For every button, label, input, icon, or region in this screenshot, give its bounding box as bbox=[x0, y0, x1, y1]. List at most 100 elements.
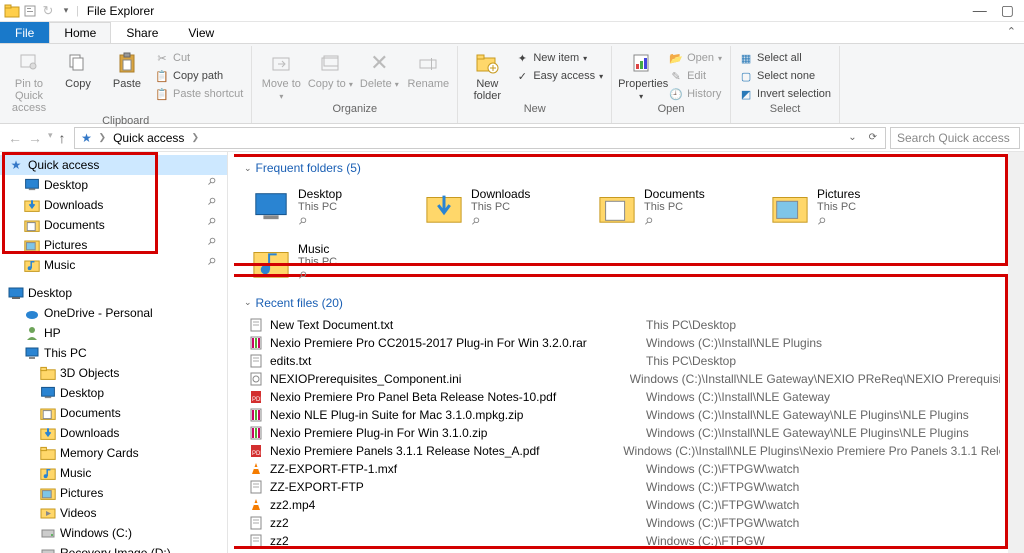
chevron-right-icon[interactable]: ❯ bbox=[99, 132, 107, 143]
frequent-folders-header[interactable]: ⌄ Frequent folders (5) bbox=[242, 156, 1000, 179]
tab-home[interactable]: Home bbox=[49, 22, 111, 43]
vertical-scrollbar[interactable] bbox=[1008, 152, 1024, 553]
sidebar-item-qa-4[interactable]: Music ⚲ bbox=[0, 255, 227, 275]
sidebar-item-tpc-3[interactable]: Downloads bbox=[0, 423, 227, 443]
file-path: Windows (C:)\Install\NLE Gateway\NEXIO P… bbox=[630, 372, 1000, 386]
sidebar-item-tpc-7[interactable]: Videos bbox=[0, 503, 227, 523]
minimize-button[interactable]: — bbox=[973, 2, 987, 19]
paste-shortcut-button[interactable]: 📋Paste shortcut bbox=[153, 86, 245, 102]
group-label-new: New bbox=[464, 102, 605, 115]
delete-button[interactable]: ✕ Delete ▾ bbox=[356, 46, 402, 90]
search-input[interactable]: Search Quick access bbox=[890, 127, 1020, 149]
file-path: Windows (C:)\Install\NLE Plugins bbox=[646, 336, 822, 350]
recent-locations-button[interactable]: ▾ bbox=[48, 130, 53, 146]
folder-card-1[interactable]: Downloads This PC ⚲ bbox=[421, 185, 586, 230]
breadcrumb[interactable]: Quick access bbox=[110, 130, 187, 146]
recent-file-row-3[interactable]: NEXIOPrerequisites_Component.ini Windows… bbox=[248, 370, 1000, 388]
sidebar-item-tpc-0[interactable]: 3D Objects bbox=[0, 363, 227, 383]
back-button[interactable]: ← bbox=[8, 130, 22, 146]
edit-icon: ✎ bbox=[669, 69, 683, 83]
collapse-ribbon-icon[interactable]: ⌃ bbox=[999, 22, 1024, 43]
sidebar-item-qa-0[interactable]: Desktop ⚲ bbox=[0, 175, 227, 195]
qat-dropdown-icon[interactable]: ▾ bbox=[58, 3, 74, 19]
recent-file-row-1[interactable]: Nexio Premiere Pro CC2015-2017 Plug-in F… bbox=[248, 334, 1000, 352]
file-name: Nexio NLE Plug-in Suite for Mac 3.1.0.mp… bbox=[270, 408, 640, 422]
maximize-button[interactable]: ▢ bbox=[1001, 2, 1014, 19]
properties-button[interactable]: Properties ▾ bbox=[618, 46, 664, 102]
sidebar-item-desktop-root[interactable]: Desktop bbox=[0, 283, 227, 303]
recent-file-row-6[interactable]: Nexio Premiere Plug-in For Win 3.1.0.zip… bbox=[248, 424, 1000, 442]
recent-file-row-9[interactable]: ZZ-EXPORT-FTP Windows (C:)\FTPGW\watch bbox=[248, 478, 1000, 496]
easy-access-icon: ✓ bbox=[515, 69, 529, 83]
recent-file-row-10[interactable]: zz2.mp4 Windows (C:)\FTPGW\watch bbox=[248, 496, 1000, 514]
sidebar-item-desktop-0[interactable]: OneDrive - Personal bbox=[0, 303, 227, 323]
file-path: Windows (C:)\FTPGW\watch bbox=[646, 516, 799, 530]
copy-path-button[interactable]: 📋Copy path bbox=[153, 68, 245, 84]
sidebar-item-qa-3[interactable]: Pictures ⚲ bbox=[0, 235, 227, 255]
folder-card-2[interactable]: Documents This PC ⚲ bbox=[594, 185, 759, 230]
file-path: Windows (C:)\FTPGW\watch bbox=[646, 462, 799, 476]
folder-name: Pictures bbox=[817, 187, 860, 201]
recent-file-row-8[interactable]: ZZ-EXPORT-FTP-1.mxf Windows (C:)\FTPGW\w… bbox=[248, 460, 1000, 478]
recent-file-row-12[interactable]: zz2 Windows (C:)\FTPGW bbox=[248, 532, 1000, 550]
sidebar-item-qa-1[interactable]: Downloads ⚲ bbox=[0, 195, 227, 215]
recent-files-header[interactable]: ⌄ Recent files (20) bbox=[242, 291, 1000, 314]
recent-file-row-5[interactable]: Nexio NLE Plug-in Suite for Mac 3.1.0.mp… bbox=[248, 406, 1000, 424]
sidebar-item-quick-access[interactable]: ★ Quick access bbox=[0, 155, 227, 175]
sidebar-item-desktop-2[interactable]: This PC bbox=[0, 343, 227, 363]
file-name: NEXIOPrerequisites_Component.ini bbox=[270, 372, 624, 386]
copy-to-icon bbox=[316, 50, 344, 76]
folder-card-0[interactable]: Desktop This PC ⚲ bbox=[248, 185, 413, 230]
recent-file-row-7[interactable]: PDF Nexio Premiere Panels 3.1.1 Release … bbox=[248, 442, 1000, 460]
tab-file[interactable]: File bbox=[0, 22, 49, 43]
edit-button[interactable]: ✎Edit bbox=[667, 68, 724, 84]
recent-file-row-11[interactable]: zz2 Windows (C:)\FTPGW\watch bbox=[248, 514, 1000, 532]
folder-icon bbox=[40, 365, 56, 381]
open-button[interactable]: 📂Open ▾ bbox=[667, 50, 724, 66]
easy-access-button[interactable]: ✓Easy access ▾ bbox=[513, 68, 605, 84]
recent-file-row-2[interactable]: edits.txt This PC\Desktop bbox=[248, 352, 1000, 370]
tab-share[interactable]: Share bbox=[111, 22, 173, 43]
select-all-button[interactable]: ▦Select all bbox=[737, 50, 833, 66]
select-none-button[interactable]: ▢Select none bbox=[737, 68, 833, 84]
sidebar-item-tpc-5[interactable]: Music bbox=[0, 463, 227, 483]
file-name: Nexio Premiere Pro CC2015-2017 Plug-in F… bbox=[270, 336, 640, 350]
sidebar-item-tpc-4[interactable]: Memory Cards bbox=[0, 443, 227, 463]
rename-button[interactable]: Rename bbox=[405, 46, 451, 90]
sidebar-item-tpc-1[interactable]: Desktop bbox=[0, 383, 227, 403]
sidebar-item-tpc-9[interactable]: Recovery Image (D:) bbox=[0, 543, 227, 553]
paste-button[interactable]: Paste bbox=[104, 46, 150, 90]
move-to-button[interactable]: Move to ▾ bbox=[258, 46, 304, 102]
tab-view[interactable]: View bbox=[173, 22, 229, 43]
invert-selection-button[interactable]: ◩Invert selection bbox=[737, 86, 833, 102]
sidebar-item-label: Videos bbox=[60, 506, 96, 520]
properties-icon[interactable] bbox=[22, 3, 38, 19]
chevron-right-icon[interactable]: ❯ bbox=[191, 132, 199, 143]
new-item-button[interactable]: ✦New item ▾ bbox=[513, 50, 605, 66]
txt-icon bbox=[248, 533, 264, 549]
recent-file-row-4[interactable]: PDF Nexio Premiere Pro Panel Beta Releas… bbox=[248, 388, 1000, 406]
refresh-button[interactable]: ⟳ bbox=[865, 132, 881, 143]
chevron-down-icon: ⌄ bbox=[244, 297, 252, 308]
sidebar-item-desktop-1[interactable]: HP bbox=[0, 323, 227, 343]
sidebar-item-tpc-6[interactable]: Pictures bbox=[0, 483, 227, 503]
address-dropdown-icon[interactable]: ⌄ bbox=[844, 132, 860, 143]
user-icon bbox=[24, 325, 40, 341]
copy-button[interactable]: Copy bbox=[55, 46, 101, 90]
pin-icon bbox=[15, 50, 43, 76]
new-folder-button[interactable]: New folder bbox=[464, 46, 510, 102]
desktop-icon bbox=[40, 385, 56, 401]
history-button[interactable]: 🕘History bbox=[667, 86, 724, 102]
cut-button[interactable]: ✂Cut bbox=[153, 50, 245, 66]
recent-file-row-0[interactable]: New Text Document.txt This PC\Desktop bbox=[248, 316, 1000, 334]
folder-card-3[interactable]: Pictures This PC ⚲ bbox=[767, 185, 932, 230]
sidebar-item-tpc-2[interactable]: Documents bbox=[0, 403, 227, 423]
forward-button[interactable]: → bbox=[28, 130, 42, 146]
sidebar-item-qa-2[interactable]: Documents ⚲ bbox=[0, 215, 227, 235]
up-button[interactable]: ↑ bbox=[59, 130, 66, 146]
folder-card-4[interactable]: Music This PC ⚲ bbox=[248, 240, 413, 285]
address-bar[interactable]: ★ ❯ Quick access ❯ ⌄ ⟳ bbox=[74, 127, 886, 149]
sidebar-item-tpc-8[interactable]: Windows (C:) bbox=[0, 523, 227, 543]
copy-to-button[interactable]: Copy to ▾ bbox=[307, 46, 353, 90]
pin-to-quick-access-button[interactable]: Pin to Quick access bbox=[6, 46, 52, 114]
